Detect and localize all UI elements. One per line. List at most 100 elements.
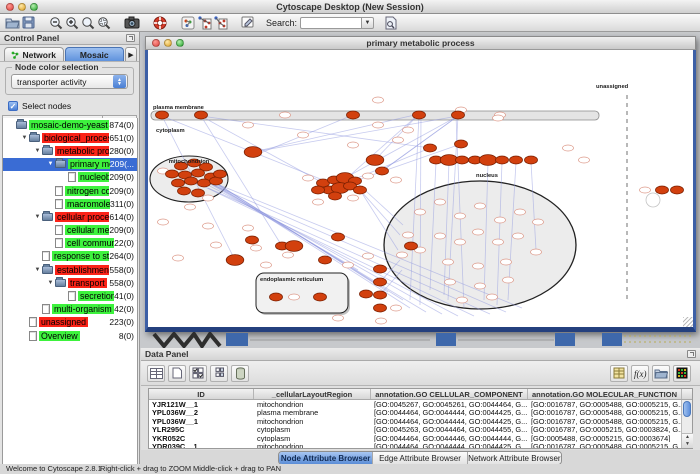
attribute-table-header[interactable]: ID_cellularLayoutRegionannotation.GO CEL… bbox=[149, 389, 692, 400]
network-node[interactable] bbox=[363, 173, 374, 179]
network-node[interactable] bbox=[270, 293, 283, 301]
network-node[interactable] bbox=[373, 97, 384, 103]
network-node[interactable] bbox=[579, 157, 590, 163]
network-node[interactable] bbox=[391, 177, 402, 183]
search-input[interactable] bbox=[300, 17, 362, 29]
network-node[interactable] bbox=[445, 279, 456, 285]
heatmap-icon[interactable] bbox=[673, 365, 691, 382]
network-node[interactable] bbox=[156, 111, 169, 119]
select-nodes-checkbox[interactable]: ✓ bbox=[8, 101, 18, 111]
search-doc-icon[interactable] bbox=[382, 15, 398, 30]
network-node[interactable] bbox=[479, 155, 497, 166]
network-node[interactable] bbox=[343, 262, 354, 268]
network-node[interactable] bbox=[185, 204, 196, 210]
network-node[interactable] bbox=[195, 111, 208, 119]
network-view-window[interactable]: primary metabolic process plasma membran… bbox=[145, 36, 696, 332]
network-node[interactable] bbox=[289, 294, 300, 300]
network-node[interactable] bbox=[348, 142, 359, 148]
network-node[interactable] bbox=[533, 219, 544, 225]
network-node[interactable] bbox=[495, 217, 506, 223]
table-row[interactable]: YPL036W__2plasma membrane[GO:0044464, GO… bbox=[149, 408, 692, 416]
save-icon[interactable] bbox=[20, 15, 36, 30]
open-file-icon[interactable] bbox=[4, 15, 20, 30]
network-node[interactable] bbox=[475, 203, 486, 209]
tree-row[interactable]: unassigned223(0) bbox=[3, 316, 137, 329]
table-row[interactable]: YDR039C__1mitochondrion[GO:0044464, GO:0… bbox=[149, 442, 692, 448]
window-resize-grip[interactable] bbox=[683, 317, 693, 327]
table-row[interactable]: YKR052Ccytoplasm[GO:0044464, GO:0044446,… bbox=[149, 434, 692, 442]
network-node[interactable] bbox=[203, 223, 214, 229]
network-node[interactable] bbox=[493, 115, 504, 121]
network-node[interactable] bbox=[329, 192, 342, 200]
tab-mosaic[interactable]: Mosaic bbox=[65, 47, 125, 61]
tree-row[interactable]: nitrogen compo209(0) bbox=[3, 184, 137, 197]
network-node[interactable] bbox=[280, 112, 291, 118]
delete-attribute-icon[interactable] bbox=[231, 365, 249, 382]
network-node[interactable] bbox=[510, 156, 523, 164]
tree-expand-icon[interactable]: ▼ bbox=[33, 267, 42, 273]
network-node[interactable] bbox=[333, 315, 344, 321]
network-node[interactable] bbox=[363, 253, 374, 259]
tree-expand-icon[interactable]: ▼ bbox=[20, 135, 29, 141]
network-node[interactable] bbox=[360, 290, 373, 298]
tree-row[interactable]: ▼transport558(0) bbox=[3, 276, 137, 289]
table-row[interactable]: YPL036W__1mitochondrion[GO:0044464, GO:0… bbox=[149, 417, 692, 425]
network-node[interactable] bbox=[452, 111, 465, 119]
network-node[interactable] bbox=[366, 155, 384, 166]
network-node[interactable] bbox=[374, 304, 387, 312]
network-node[interactable] bbox=[303, 175, 314, 181]
network-canvas[interactable]: plasma membranecytoplasmmitochondrionnuc… bbox=[148, 50, 693, 327]
network-node[interactable] bbox=[313, 199, 324, 205]
self-loop-edge[interactable] bbox=[646, 193, 660, 207]
network-view-icon[interactable] bbox=[180, 15, 196, 30]
tree-row[interactable]: Overview8(0) bbox=[3, 329, 137, 342]
annotation-icon[interactable] bbox=[240, 15, 256, 30]
network-node[interactable] bbox=[640, 187, 651, 193]
network-node[interactable] bbox=[473, 229, 484, 235]
view-zoom-icon[interactable] bbox=[176, 39, 184, 47]
network-node[interactable] bbox=[563, 145, 574, 151]
tabs-overflow-arrow[interactable]: ▶ bbox=[125, 47, 137, 61]
table-row[interactable]: YJR121W__1mitochondrion[GO:0045267, GO:0… bbox=[149, 400, 692, 408]
network-node[interactable] bbox=[403, 127, 414, 133]
network-edge[interactable] bbox=[345, 116, 458, 178]
network-node[interactable] bbox=[456, 156, 469, 164]
network-node[interactable] bbox=[348, 195, 359, 201]
network-node[interactable] bbox=[424, 144, 437, 152]
network-node[interactable] bbox=[251, 245, 262, 251]
network-node[interactable] bbox=[493, 239, 504, 245]
tree-expand-icon[interactable]: ▼ bbox=[46, 280, 55, 286]
import-table-icon[interactable] bbox=[610, 365, 628, 382]
table-row[interactable]: YLR295Ccytoplasm[GO:0045263, GO:0044464,… bbox=[149, 425, 692, 433]
tree-row[interactable]: multi-organism pro42(0) bbox=[3, 303, 137, 316]
float-data-panel-icon[interactable] bbox=[687, 350, 696, 358]
network-node[interactable] bbox=[285, 241, 303, 252]
network-node[interactable] bbox=[475, 283, 486, 289]
network-node[interactable] bbox=[374, 265, 387, 273]
zoom-window-icon[interactable] bbox=[30, 3, 38, 11]
network-node[interactable] bbox=[397, 252, 408, 258]
network-node[interactable] bbox=[246, 236, 259, 244]
network-node[interactable] bbox=[435, 233, 446, 239]
tree-row[interactable]: response to stimulu264(0) bbox=[3, 250, 137, 263]
tree-expand-icon[interactable]: ▼ bbox=[33, 214, 42, 220]
network-node[interactable] bbox=[403, 232, 414, 238]
tab-node-attribute-browser[interactable]: Node Attribute Browser bbox=[279, 452, 373, 464]
attribute-table-icon[interactable] bbox=[147, 365, 165, 382]
network-node[interactable] bbox=[393, 137, 404, 143]
snapshot-camera-icon[interactable] bbox=[124, 15, 140, 30]
tree-expand-icon[interactable]: ▼ bbox=[33, 148, 42, 154]
network-node[interactable] bbox=[214, 170, 227, 178]
network-node[interactable] bbox=[373, 122, 384, 128]
network-node[interactable] bbox=[376, 318, 387, 324]
network-node[interactable] bbox=[415, 209, 426, 215]
network-node[interactable] bbox=[192, 169, 205, 177]
column-header[interactable]: _cellularLayoutRegion bbox=[254, 389, 371, 399]
network-edge[interactable] bbox=[201, 116, 430, 148]
network-node[interactable] bbox=[405, 242, 418, 250]
network-node[interactable] bbox=[243, 122, 254, 128]
network-node[interactable] bbox=[319, 256, 332, 264]
table-scrollbar[interactable]: ▲▼ bbox=[681, 400, 692, 448]
network-node[interactable] bbox=[203, 195, 214, 201]
network-node[interactable] bbox=[376, 167, 389, 175]
